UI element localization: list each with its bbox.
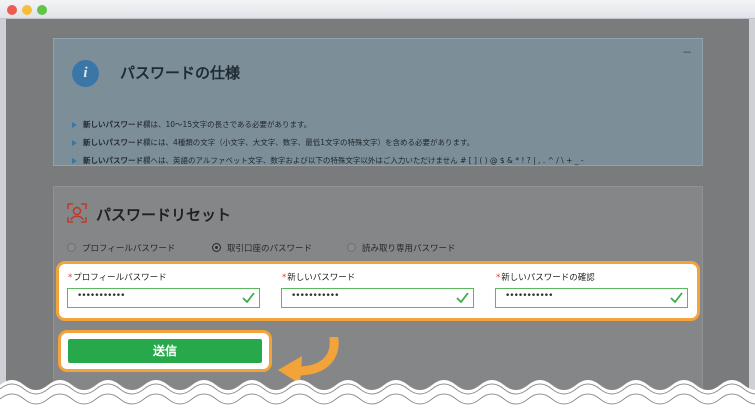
maximize-window-button[interactable] [37, 5, 47, 15]
close-window-button[interactable] [7, 5, 17, 15]
torn-edge-decoration [0, 380, 755, 417]
spec-bullet: 新しいパスワード欄は、10～15文字の長さである必要があります。 [72, 119, 311, 130]
password-reset-title: パスワードリセット [96, 206, 232, 224]
field-label-profile-password: *プロフィールパスワード [68, 273, 167, 283]
password-spec-title: パスワードの仕様 [120, 64, 241, 82]
bullet-arrow-icon [72, 122, 77, 128]
radio-circle[interactable] [347, 243, 356, 252]
collapse-icon[interactable]: − [682, 45, 692, 59]
field-label-new-password: *新しいパスワード [282, 273, 356, 283]
check-icon [456, 292, 469, 303]
info-icon: i [72, 60, 99, 87]
reset-person-icon [67, 203, 87, 223]
submit-highlight: 送信 [58, 330, 272, 372]
bullet-arrow-icon [72, 158, 77, 164]
confirm-password-input[interactable]: ••••••••••• [495, 288, 688, 308]
new-password-input[interactable]: ••••••••••• [281, 288, 474, 308]
radio-profile-password[interactable]: プロフィールパスワード [67, 242, 175, 254]
minimize-window-button[interactable] [22, 5, 32, 15]
check-icon [670, 292, 683, 303]
submit-button[interactable]: 送信 [68, 339, 262, 363]
radio-circle-selected[interactable] [212, 243, 221, 252]
spec-bullet: 新しいパスワード欄へは、英語のアルファベット文字、数字および以下の特殊文字以外は… [72, 155, 584, 166]
page-viewport: i パスワードの仕様 − 新しいパスワード欄は、10～15文字の長さである必要が… [6, 19, 749, 417]
field-label-confirm-password: *新しいパスワードの確認 [496, 273, 595, 283]
password-fields-highlight: *プロフィールパスワード ••••••••••• *新しいパスワード •••••… [56, 261, 700, 321]
radio-circle[interactable] [67, 243, 76, 252]
profile-password-input[interactable]: ••••••••••• [67, 288, 260, 308]
radio-read-only-password[interactable]: 読み取り専用パスワード [347, 242, 456, 254]
spec-bullet: 新しいパスワード欄には、4種類の文字（小文字、大文字、数字、最低1文字の特殊文字… [72, 137, 474, 148]
radio-trading-account-password[interactable]: 取引口座のパスワード [212, 242, 312, 254]
password-spec-panel: i パスワードの仕様 − 新しいパスワード欄は、10～15文字の長さである必要が… [53, 38, 703, 166]
check-icon [242, 292, 255, 303]
browser-window: i パスワードの仕様 − 新しいパスワード欄は、10～15文字の長さである必要が… [0, 0, 755, 417]
bullet-arrow-icon [72, 140, 77, 146]
title-bar [0, 0, 755, 19]
